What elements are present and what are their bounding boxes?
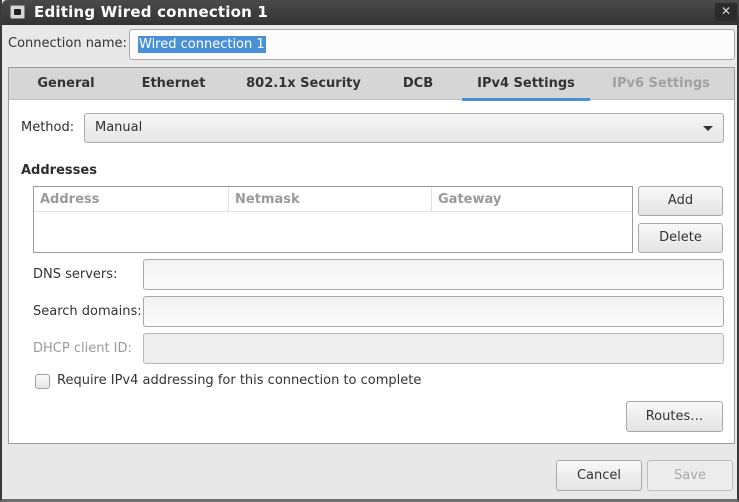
tab-ipv6-settings[interactable]: IPv6 Settings — [599, 68, 723, 100]
dns-servers-input[interactable] — [143, 259, 724, 290]
dns-servers-label: DNS servers: — [33, 267, 118, 282]
require-ipv4-checkbox[interactable] — [35, 374, 50, 389]
add-address-button[interactable]: Add — [638, 186, 723, 216]
dhcp-client-id-input[interactable] — [143, 333, 724, 364]
search-domains-input[interactable] — [143, 296, 724, 327]
settings-notebook: General Ethernet 802.1x Security DCB IPv… — [8, 67, 735, 444]
tab-general[interactable]: General — [9, 68, 123, 100]
network-wired-icon — [10, 5, 25, 19]
window-title: Editing Wired connection 1 — [34, 3, 269, 21]
tab-ipv4-settings[interactable]: IPv4 Settings — [462, 68, 590, 101]
delete-address-button[interactable]: Delete — [638, 223, 723, 253]
tab-802-1x-security[interactable]: 802.1x Security — [224, 68, 383, 100]
method-dropdown[interactable]: Manual — [84, 113, 724, 143]
cancel-button[interactable]: Cancel — [556, 460, 642, 491]
routes-button[interactable]: Routes… — [626, 401, 723, 432]
chevron-down-icon — [703, 126, 713, 131]
dhcp-client-id-label: DHCP client ID: — [33, 341, 132, 356]
addresses-table-header: Address Netmask Gateway — [34, 187, 632, 212]
column-header-gateway[interactable]: Gateway — [431, 187, 632, 212]
require-ipv4-label[interactable]: Require IPv4 addressing for this connect… — [57, 373, 421, 388]
titlebar[interactable]: Editing Wired connection 1 ✕ — [2, 0, 739, 25]
addresses-table[interactable]: Address Netmask Gateway — [33, 186, 633, 253]
save-button[interactable]: Save — [647, 460, 733, 491]
connection-name-input[interactable]: Wired connection 1 — [129, 29, 735, 60]
column-header-netmask[interactable]: Netmask — [228, 187, 431, 212]
connection-name-value: Wired connection 1 — [138, 36, 266, 53]
column-header-address[interactable]: Address — [34, 187, 228, 212]
method-value: Manual — [95, 120, 143, 135]
tab-dcb[interactable]: DCB — [383, 68, 453, 100]
search-domains-label: Search domains: — [33, 304, 142, 319]
tab-ethernet[interactable]: Ethernet — [123, 68, 224, 100]
connection-editor-dialog: Editing Wired connection 1 ✕ Connection … — [0, 0, 739, 502]
connection-name-label: Connection name: — [8, 36, 127, 51]
tab-bar: General Ethernet 802.1x Security DCB IPv… — [9, 68, 734, 101]
close-button[interactable]: ✕ — [715, 3, 737, 21]
addresses-heading: Addresses — [21, 163, 97, 178]
method-label: Method: — [21, 120, 75, 135]
